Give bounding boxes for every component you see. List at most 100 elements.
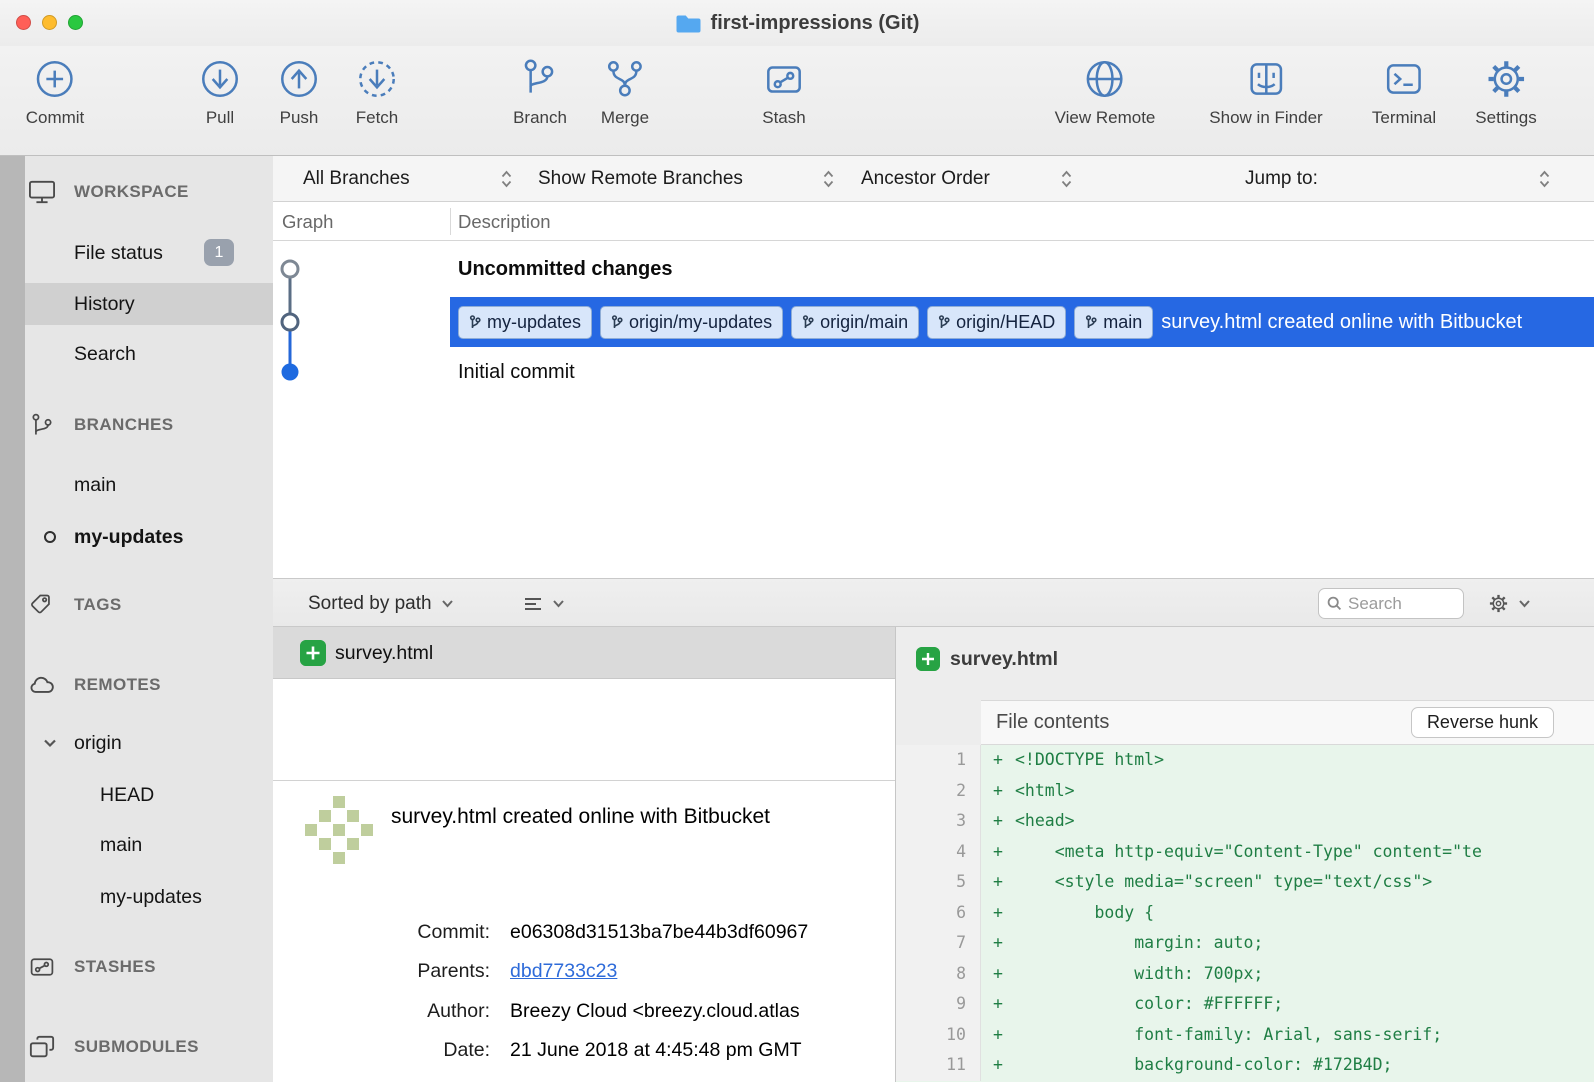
sidebar-section-branches[interactable]: BRANCHES (0, 405, 273, 445)
branch-badge-label: origin/main (820, 312, 908, 333)
fetch-label: Fetch (356, 108, 399, 128)
window-title: first-impressions (Git) (711, 12, 920, 35)
diff-line: 10 + font-family: Arial, sans-serif; (896, 1020, 1594, 1051)
pull-button[interactable]: Pull (197, 56, 243, 128)
view-remote-button[interactable]: View Remote (1055, 56, 1156, 128)
sidebar-branch-my-updates[interactable]: my-updates (0, 517, 273, 557)
stash-button[interactable]: Stash (761, 56, 807, 128)
commit-label: Commit (26, 108, 85, 128)
file-contents-bar: File contents Reverse hunk (981, 700, 1594, 745)
branches-icon (28, 412, 56, 438)
column-header-graph[interactable]: Graph (282, 202, 333, 241)
sidebar-branch-main[interactable]: main (0, 465, 273, 505)
remotes-section-label: REMOTES (74, 665, 161, 705)
sidebar-section-workspace[interactable]: WORKSPACE (0, 172, 273, 212)
branch-filter-popup[interactable]: All Branches (303, 156, 513, 202)
tags-section-label: TAGS (74, 585, 122, 625)
parent-commit-link[interactable]: dbd7733c23 (510, 960, 617, 982)
sidebar-item-history[interactable]: History (0, 283, 273, 325)
column-divider[interactable] (450, 208, 451, 235)
line-code: <style media="screen" type="text/css"> (1015, 867, 1594, 898)
file-added-icon (916, 647, 940, 671)
gear-icon (1488, 593, 1509, 614)
sourcetree-window: first-impressions (Git) Commit Pull Push (0, 0, 1594, 1082)
line-number: 9 (896, 989, 981, 1020)
sidebar-remote-head[interactable]: HEAD (0, 775, 273, 815)
terminal-button[interactable]: Terminal (1372, 56, 1436, 128)
chevron-down-icon[interactable] (42, 736, 58, 750)
sort-by-path-label: Sorted by path (308, 593, 432, 615)
sidebar-remote-my-updates[interactable]: my-updates (0, 877, 273, 917)
sidebar-item-file-status[interactable]: File status 1 (0, 233, 273, 273)
fetch-button[interactable]: Fetch (354, 56, 400, 128)
push-button[interactable]: Push (276, 56, 322, 128)
branch-badge-label: main (1103, 312, 1142, 333)
history-row-uncommitted[interactable]: Uncommitted changes (458, 241, 672, 297)
sidebar-remote-origin[interactable]: origin (0, 723, 273, 763)
settings-icon (1483, 56, 1529, 102)
line-code: color: #FFFFFF; (1015, 989, 1594, 1020)
jump-to-label: Jump to: (1245, 168, 1318, 190)
popup-stepper-icon (1538, 169, 1551, 189)
history-row-selected[interactable]: my-updates origin/my-updates origin/main (450, 297, 1594, 347)
chevron-down-icon (552, 599, 565, 608)
sidebar-item-search[interactable]: Search (0, 334, 273, 374)
sidebar-section-stashes[interactable]: STASHES (0, 947, 273, 987)
commit-field-row: Commit: e06308d31513ba7be44b3df60967 (273, 921, 895, 955)
branch-badge[interactable]: origin/main (791, 306, 919, 339)
reverse-hunk-button[interactable]: Reverse hunk (1411, 707, 1554, 738)
settings-label: Settings (1475, 108, 1536, 128)
file-search-box[interactable] (1318, 588, 1464, 619)
branches-section-label: BRANCHES (74, 405, 174, 445)
sort-order-popup[interactable]: Ancestor Order (861, 156, 1073, 202)
added-line-marker: + (981, 1020, 1015, 1051)
sidebar-section-submodules[interactable]: SUBMODULES (0, 1027, 273, 1067)
file-search-input[interactable] (1348, 594, 1455, 614)
sidebar-section-tags[interactable]: TAGS (0, 585, 273, 625)
branch-label: Branch (513, 108, 567, 128)
added-line-marker: + (981, 989, 1015, 1020)
line-number: 3 (896, 806, 981, 837)
jump-to-popup[interactable]: Jump to: (1245, 156, 1551, 202)
view-options-dropdown[interactable] (523, 579, 565, 628)
branch-badge[interactable]: origin/HEAD (927, 306, 1066, 339)
details-divider (273, 780, 895, 781)
sidebar: WORKSPACE File status 1 History Search B… (0, 156, 273, 1082)
popup-stepper-icon (1060, 169, 1073, 189)
branch-badge[interactable]: main (1074, 306, 1153, 339)
added-line-marker: + (981, 1050, 1015, 1081)
branch-icon (611, 315, 623, 330)
author-field-row: Author: Breezy Cloud <breezy.cloud.atlas (273, 1000, 895, 1034)
commit-icon (32, 56, 78, 102)
diff-line: 8 + width: 700px; (896, 959, 1594, 990)
stashes-section-label: STASHES (74, 947, 156, 987)
diff-settings-dropdown[interactable] (1488, 579, 1531, 628)
commit-detail-title: survey.html created online with Bitbucke… (391, 805, 891, 829)
show-in-finder-icon (1243, 56, 1289, 102)
history-row-initial[interactable]: Initial commit (458, 347, 575, 397)
line-number: 8 (896, 959, 981, 990)
branch-badge[interactable]: origin/my-updates (600, 306, 783, 339)
sidebar-remote-main[interactable]: main (0, 825, 273, 865)
show-in-finder-button[interactable]: Show in Finder (1209, 56, 1322, 128)
commit-hash-value: e06308d31513ba7be44b3df60967 (510, 921, 895, 944)
date-value: 21 June 2018 at 4:45:48 pm GMT (510, 1039, 895, 1062)
sidebar-section-remotes[interactable]: REMOTES (0, 665, 273, 705)
branch-button[interactable]: Branch (513, 56, 567, 128)
merge-button[interactable]: Merge (601, 56, 649, 128)
parents-field-row: Parents: dbd7733c23 (273, 960, 895, 994)
chevron-down-icon (1518, 599, 1531, 608)
remote-branches-value: Show Remote Branches (538, 168, 743, 190)
settings-button[interactable]: Settings (1475, 56, 1536, 128)
remote-branches-popup[interactable]: Show Remote Branches (538, 156, 835, 202)
diff-line: 2 + <html> (896, 776, 1594, 807)
diff-view: 1 + <!DOCTYPE html> 2 + <html> 3 + <head… (896, 745, 1594, 1082)
commit-button[interactable]: Commit (26, 56, 85, 128)
terminal-label: Terminal (1372, 108, 1436, 128)
line-code: <head> (1015, 806, 1594, 837)
file-list-row-selected[interactable]: survey.html (273, 627, 895, 679)
sort-by-path-dropdown[interactable]: Sorted by path (308, 579, 454, 628)
toolbar: Commit Pull Push Fetch Branch (0, 46, 1594, 156)
branch-badge[interactable]: my-updates (458, 306, 592, 339)
column-header-description[interactable]: Description (458, 202, 551, 241)
